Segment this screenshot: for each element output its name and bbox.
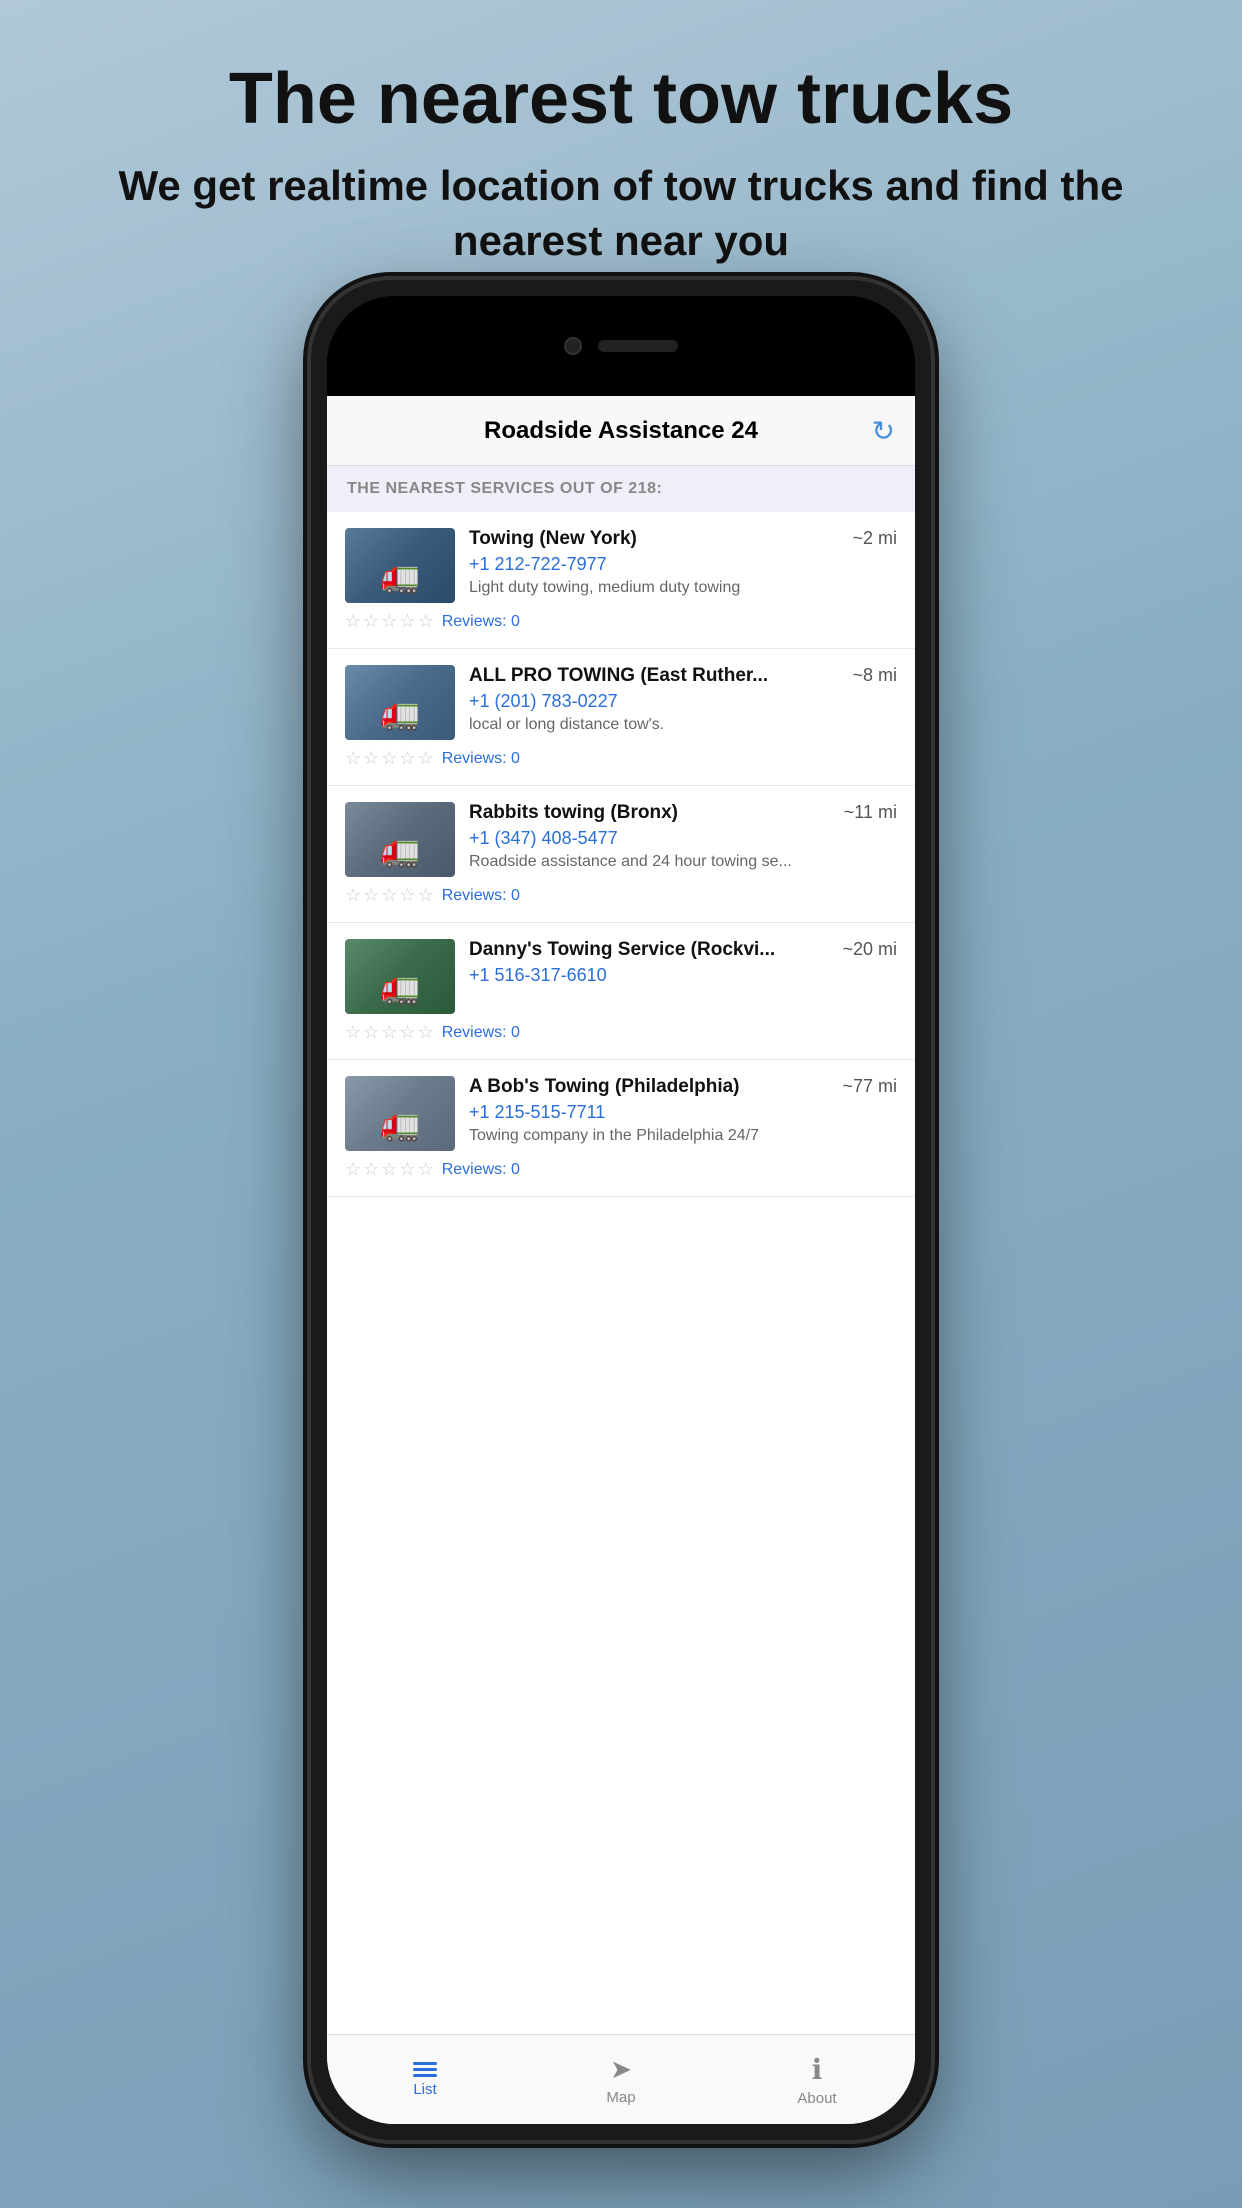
service-description: Towing company in the Philadelphia 24/7: [469, 1127, 897, 1145]
service-distance: ~20 mi: [842, 939, 897, 960]
service-image: 🚛: [345, 1076, 455, 1151]
service-name: ALL PRO TOWING (East Ruther...: [469, 665, 844, 687]
service-main-row: 🚛 ALL PRO TOWING (East Ruther... ~8 mi +…: [345, 665, 897, 740]
phone-frame: Roadside Assistance 24 ↻ THE NEAREST SER…: [311, 280, 931, 2140]
service-meta: ☆ ☆ ☆ ☆ ☆ Reviews: 0: [345, 748, 897, 769]
service-meta: ☆ ☆ ☆ ☆ ☆ Reviews: 0: [345, 1022, 897, 1043]
service-name-row: Rabbits towing (Bronx) ~11 mi: [469, 802, 897, 824]
service-phone[interactable]: +1 (201) 783-0227: [469, 691, 897, 712]
star-rating: ☆ ☆ ☆ ☆ ☆: [345, 885, 434, 906]
tab-about-label: About: [797, 2090, 836, 2107]
map-icon: ➤: [610, 2054, 632, 2085]
list-item[interactable]: 🚛 A Bob's Towing (Philadelphia) ~77 mi +…: [327, 1060, 915, 1197]
tab-list[interactable]: List: [327, 2062, 523, 2098]
service-image: 🚛: [345, 528, 455, 603]
reviews-count[interactable]: Reviews: 0: [442, 887, 520, 905]
truck-icon: 🚛: [380, 1105, 420, 1143]
phone-inner: Roadside Assistance 24 ↻ THE NEAREST SER…: [327, 296, 915, 2124]
service-description: Light duty towing, medium duty towing: [469, 579, 897, 597]
service-main-row: 🚛 Danny's Towing Service (Rockvi... ~20 …: [345, 939, 897, 1014]
star-rating: ☆ ☆ ☆ ☆ ☆: [345, 611, 434, 632]
service-meta: ☆ ☆ ☆ ☆ ☆ Reviews: 0: [345, 1159, 897, 1180]
reviews-count[interactable]: Reviews: 0: [442, 1024, 520, 1042]
truck-icon: 🚛: [380, 968, 420, 1006]
nearest-banner: THE NEAREST SERVICES OUT OF 218:: [327, 466, 915, 512]
service-main-row: 🚛 Rabbits towing (Bronx) ~11 mi +1 (347)…: [345, 802, 897, 877]
star-rating: ☆ ☆ ☆ ☆ ☆: [345, 1022, 434, 1043]
service-phone[interactable]: +1 212-722-7977: [469, 554, 897, 575]
service-name-row: ALL PRO TOWING (East Ruther... ~8 mi: [469, 665, 897, 687]
app-header: Roadside Assistance 24 ↻: [327, 396, 915, 466]
service-info: Danny's Towing Service (Rockvi... ~20 mi…: [469, 939, 897, 990]
service-info: Towing (New York) ~2 mi +1 212-722-7977 …: [469, 528, 897, 597]
service-name: Danny's Towing Service (Rockvi...: [469, 939, 834, 961]
tab-list-label: List: [413, 2081, 436, 2098]
speaker: [598, 340, 678, 352]
service-distance: ~11 mi: [844, 802, 897, 823]
app-title: Roadside Assistance 24: [484, 417, 758, 445]
service-name-row: Danny's Towing Service (Rockvi... ~20 mi: [469, 939, 897, 961]
service-meta: ☆ ☆ ☆ ☆ ☆ Reviews: 0: [345, 611, 897, 632]
page-header: The nearest tow trucks We get realtime l…: [0, 0, 1242, 298]
tab-about[interactable]: ℹ About: [719, 2053, 915, 2107]
list-item[interactable]: 🚛 Danny's Towing Service (Rockvi... ~20 …: [327, 923, 915, 1060]
service-main-row: 🚛 A Bob's Towing (Philadelphia) ~77 mi +…: [345, 1076, 897, 1151]
list-item[interactable]: 🚛 ALL PRO TOWING (East Ruther... ~8 mi +…: [327, 649, 915, 786]
list-item[interactable]: 🚛 Rabbits towing (Bronx) ~11 mi +1 (347)…: [327, 786, 915, 923]
phone-notch: [327, 296, 915, 396]
page-title: The nearest tow trucks: [80, 60, 1162, 139]
reviews-count[interactable]: Reviews: 0: [442, 1161, 520, 1179]
service-name: Towing (New York): [469, 528, 844, 550]
star-rating: ☆ ☆ ☆ ☆ ☆: [345, 1159, 434, 1180]
reviews-count[interactable]: Reviews: 0: [442, 613, 520, 631]
nearest-services-label: THE NEAREST SERVICES OUT OF 218:: [347, 480, 662, 497]
service-distance: ~2 mi: [852, 528, 897, 549]
truck-icon: 🚛: [380, 694, 420, 732]
service-phone[interactable]: +1 (347) 408-5477: [469, 828, 897, 849]
service-phone[interactable]: +1 516-317-6610: [469, 965, 897, 986]
refresh-button[interactable]: ↻: [872, 414, 895, 447]
service-name: Rabbits towing (Bronx): [469, 802, 836, 824]
list-icon: [413, 2062, 437, 2077]
tab-map-label: Map: [606, 2089, 635, 2106]
tab-map[interactable]: ➤ Map: [523, 2054, 719, 2106]
camera: [564, 337, 582, 355]
service-image: 🚛: [345, 939, 455, 1014]
star-rating: ☆ ☆ ☆ ☆ ☆: [345, 748, 434, 769]
truck-icon: 🚛: [380, 831, 420, 869]
about-icon: ℹ: [812, 2053, 823, 2086]
list-item[interactable]: 🚛 Towing (New York) ~2 mi +1 212-722-797…: [327, 512, 915, 649]
page-subtitle: We get realtime location of tow trucks a…: [80, 159, 1162, 268]
service-description: Roadside assistance and 24 hour towing s…: [469, 853, 897, 871]
service-info: ALL PRO TOWING (East Ruther... ~8 mi +1 …: [469, 665, 897, 734]
reviews-count[interactable]: Reviews: 0: [442, 750, 520, 768]
service-phone[interactable]: +1 215-515-7711: [469, 1102, 897, 1123]
service-image: 🚛: [345, 665, 455, 740]
service-info: Rabbits towing (Bronx) ~11 mi +1 (347) 4…: [469, 802, 897, 871]
services-list: 🚛 Towing (New York) ~2 mi +1 212-722-797…: [327, 512, 915, 2034]
service-info: A Bob's Towing (Philadelphia) ~77 mi +1 …: [469, 1076, 897, 1145]
service-name-row: Towing (New York) ~2 mi: [469, 528, 897, 550]
service-image: 🚛: [345, 802, 455, 877]
service-meta: ☆ ☆ ☆ ☆ ☆ Reviews: 0: [345, 885, 897, 906]
service-main-row: 🚛 Towing (New York) ~2 mi +1 212-722-797…: [345, 528, 897, 603]
service-distance: ~77 mi: [842, 1076, 897, 1097]
service-description: local or long distance tow's.: [469, 716, 897, 734]
service-distance: ~8 mi: [852, 665, 897, 686]
truck-icon: 🚛: [380, 557, 420, 595]
phone-screen: Roadside Assistance 24 ↻ THE NEAREST SER…: [327, 396, 915, 2124]
service-name: A Bob's Towing (Philadelphia): [469, 1076, 834, 1098]
tab-bar: List ➤ Map ℹ About: [327, 2034, 915, 2124]
service-name-row: A Bob's Towing (Philadelphia) ~77 mi: [469, 1076, 897, 1098]
